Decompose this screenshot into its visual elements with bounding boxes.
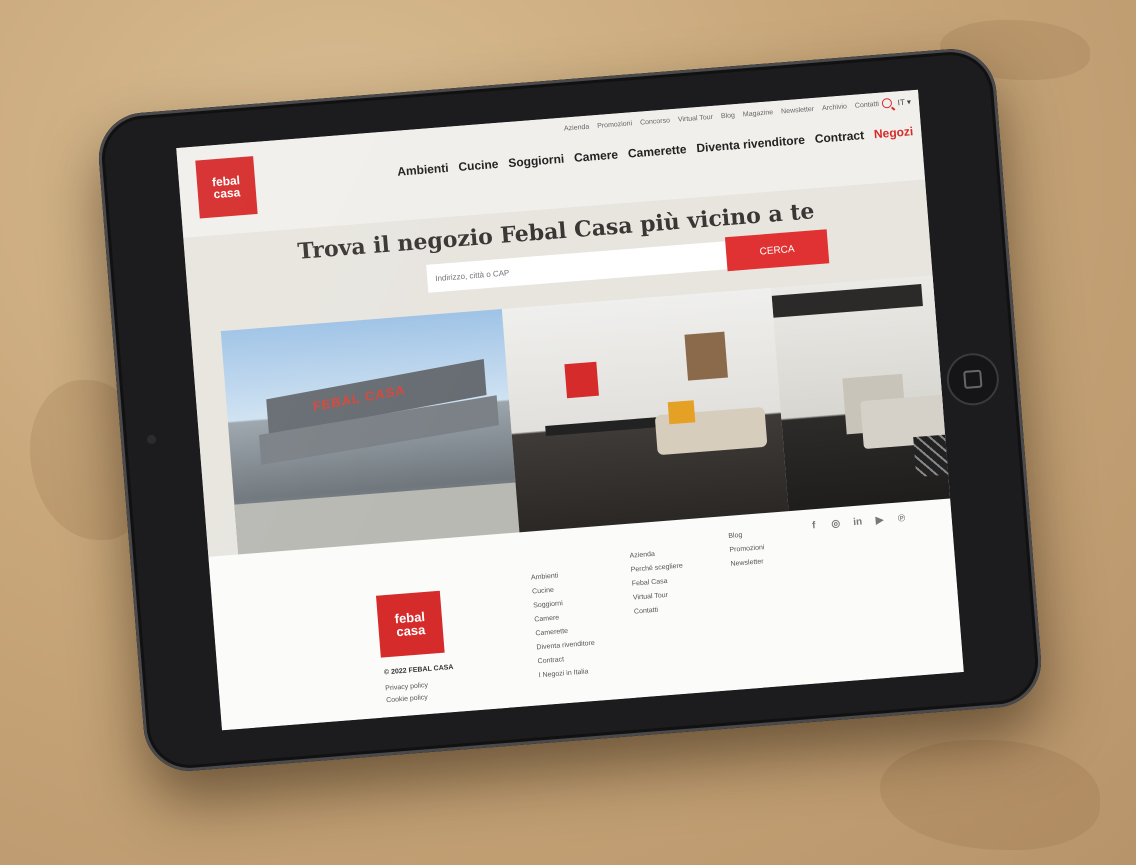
- search-button[interactable]: CERCA: [724, 229, 830, 272]
- nav-item-negozi[interactable]: Negozi: [873, 124, 913, 141]
- top-link[interactable]: Virtual Tour: [678, 114, 714, 124]
- top-link[interactable]: Blog: [721, 112, 736, 120]
- legal-links: Privacy policy Cookie policy: [385, 680, 430, 707]
- copyright: © 2022 FEBAL CASA: [383, 663, 454, 677]
- footer-col-azienda: Azienda Perché scegliere Febal Casa Virt…: [629, 546, 686, 620]
- home-button[interactable]: [944, 351, 1001, 408]
- top-link[interactable]: Azienda: [564, 124, 590, 133]
- language-select[interactable]: IT ▾: [897, 97, 911, 107]
- canopy-shape: [771, 284, 923, 318]
- camera-dot: [146, 434, 157, 445]
- cookie-link[interactable]: Cookie policy: [386, 692, 430, 707]
- febal-casa-logo[interactable]: febal casa: [195, 156, 258, 219]
- footer-link[interactable]: Contatti: [634, 602, 687, 620]
- top-link[interactable]: Contatti: [855, 101, 880, 110]
- main-nav: Ambienti Cucine Soggiorni Camere Cameret…: [397, 124, 914, 179]
- top-link[interactable]: Concorso: [640, 117, 670, 126]
- tablet-screen: febal casa Azienda Promozioni Concorso V…: [176, 89, 964, 731]
- facebook-icon[interactable]: f: [807, 519, 820, 532]
- store-exterior-photo: FEBAL CASA: [220, 309, 520, 557]
- top-links: Azienda Promozioni Concorso Virtual Tour…: [564, 101, 879, 133]
- nav-item-cucine[interactable]: Cucine: [458, 157, 499, 174]
- living-room-photo: [501, 287, 789, 535]
- nav-item-camere[interactable]: Camere: [574, 147, 619, 164]
- instagram-icon[interactable]: ◎: [829, 517, 842, 530]
- top-link[interactable]: Newsletter: [781, 106, 815, 116]
- pillow-shape: [667, 400, 696, 425]
- social-links: f ◎ in ▶ ℗: [807, 512, 908, 532]
- top-tools: IT ▾: [881, 96, 911, 109]
- nav-item-contract[interactable]: Contract: [814, 128, 864, 146]
- footer-col-blog: Blog Promozioni Newsletter: [728, 527, 766, 572]
- tablet-device: febal casa Azienda Promozioni Concorso V…: [95, 45, 1045, 775]
- store-locator-hero: Trova il negozio Febal Casa più vicino a…: [183, 179, 964, 557]
- store-logo-panel: [564, 361, 599, 399]
- nav-item-diventa-rivenditore[interactable]: Diventa rivenditore: [696, 133, 805, 155]
- footer-link[interactable]: Newsletter: [730, 555, 766, 572]
- youtube-icon[interactable]: ▶: [873, 514, 886, 527]
- logo-text-2: casa: [213, 185, 241, 202]
- shelf-shape: [545, 416, 666, 436]
- wall-art: [684, 331, 728, 381]
- nav-item-ambienti[interactable]: Ambienti: [397, 161, 449, 179]
- bedroom-photo: [771, 266, 964, 514]
- search-icon[interactable]: [881, 97, 893, 109]
- top-link[interactable]: Promozioni: [597, 120, 632, 130]
- linkedin-icon[interactable]: in: [851, 515, 864, 528]
- bed-shape: [860, 391, 964, 450]
- nav-item-camerette[interactable]: Camerette: [627, 142, 687, 161]
- logo-text-2: casa: [395, 622, 426, 640]
- top-link[interactable]: Magazine: [743, 109, 774, 118]
- pinterest-icon[interactable]: ℗: [895, 512, 908, 525]
- nav-item-soggiorni[interactable]: Soggiorni: [508, 152, 565, 170]
- footer-col-ambienti: Ambienti Cucine Soggiorni Camere Cameret…: [531, 567, 598, 683]
- footer-logo[interactable]: febal casa: [375, 590, 445, 658]
- top-link[interactable]: Archivio: [822, 103, 847, 112]
